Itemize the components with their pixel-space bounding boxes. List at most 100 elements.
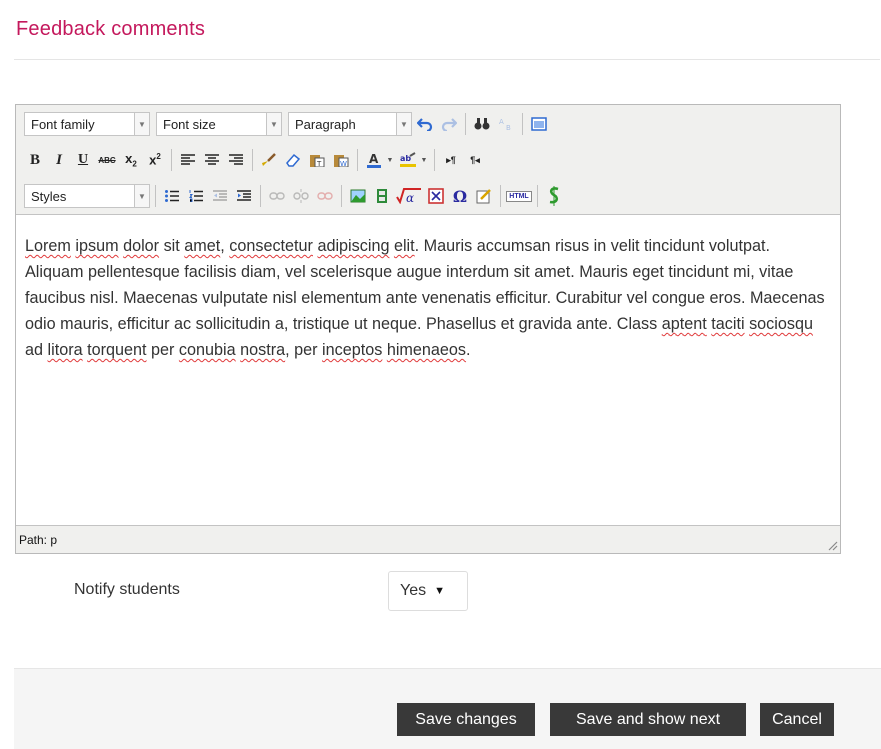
- align-center-button[interactable]: [201, 149, 223, 171]
- brush-icon: [262, 153, 276, 166]
- subscript-icon: x2: [125, 151, 137, 169]
- numbered-list-icon: [189, 190, 203, 202]
- paste-word-icon: W: [334, 155, 349, 167]
- fullscreen-icon: [531, 117, 547, 131]
- save-and-show-next-button[interactable]: Save and show next: [550, 703, 746, 736]
- text-run: , per: [285, 341, 323, 359]
- numbered-list-button[interactable]: [185, 185, 207, 207]
- special-char-button[interactable]: Ω: [449, 185, 471, 207]
- toolbar-separator: [260, 185, 261, 207]
- undo-button[interactable]: [414, 113, 436, 135]
- outdent-button[interactable]: [209, 185, 231, 207]
- html-icon: HTML: [506, 190, 532, 202]
- misspelled-word: sociosqu: [749, 315, 813, 333]
- align-left-button[interactable]: [177, 149, 199, 171]
- save-changes-button[interactable]: Save changes: [397, 703, 535, 736]
- ltr-button[interactable]: ▸¶: [440, 149, 462, 171]
- divider: [14, 59, 880, 60]
- equation-editor-button[interactable]: [425, 185, 447, 207]
- font-family-select[interactable]: Font family ▼: [24, 112, 150, 136]
- highlight-color-button[interactable]: ab: [397, 149, 419, 171]
- text-run: .: [466, 341, 471, 359]
- html-source-button[interactable]: HTML: [506, 185, 532, 207]
- notify-students-select[interactable]: Yes ▼: [388, 571, 468, 611]
- rtl-button[interactable]: ¶◂: [464, 149, 486, 171]
- anchor-button[interactable]: [314, 185, 336, 207]
- text-color-button[interactable]: A: [363, 149, 385, 171]
- paste-text-icon: T: [310, 155, 325, 167]
- bullet-list-button[interactable]: [161, 185, 183, 207]
- italic-button[interactable]: I: [48, 149, 70, 171]
- misspelled-word: conubia: [178, 341, 236, 359]
- align-right-button[interactable]: [225, 149, 247, 171]
- highlight-color-control: ab ▼: [397, 149, 429, 171]
- undo-icon: [417, 118, 433, 131]
- chevron-down-icon: ▼: [396, 113, 411, 135]
- misspelled-word: taciti: [711, 315, 745, 333]
- spellcheck-button[interactable]: [543, 185, 565, 207]
- edit-icon: [476, 189, 491, 204]
- misspelled-word: elit: [393, 237, 415, 255]
- superscript-button[interactable]: x2: [144, 149, 166, 171]
- cancel-button[interactable]: Cancel: [760, 703, 834, 736]
- unlink-button[interactable]: [290, 185, 312, 207]
- strikethrough-button[interactable]: ABC: [96, 149, 118, 171]
- toolbar-separator: [434, 149, 435, 171]
- section-title: Feedback comments: [16, 18, 206, 40]
- insert-link-button[interactable]: [266, 185, 288, 207]
- svg-text:W: W: [340, 160, 347, 167]
- subscript-button[interactable]: x2: [120, 149, 142, 171]
- spellcheck-icon: [549, 186, 559, 206]
- anchor-icon: [317, 192, 333, 200]
- toolbar-separator: [341, 185, 342, 207]
- toolbar-separator: [357, 149, 358, 171]
- misspelled-word: torquent: [87, 341, 147, 359]
- rtl-icon: ¶◂: [470, 154, 480, 165]
- edit-button[interactable]: [473, 185, 495, 207]
- eraser-button[interactable]: [282, 149, 304, 171]
- misspelled-word: inceptos: [322, 341, 383, 359]
- unlink-icon: [293, 189, 309, 203]
- find-button[interactable]: [471, 113, 493, 135]
- chevron-down-icon[interactable]: ▼: [385, 149, 395, 171]
- underline-button[interactable]: U: [72, 149, 94, 171]
- chevron-down-icon[interactable]: ▼: [419, 149, 429, 171]
- misspelled-word: dolor: [123, 237, 160, 255]
- font-size-select[interactable]: Font size ▼: [156, 112, 282, 136]
- caret-down-icon: ▼: [434, 585, 445, 597]
- format-select[interactable]: Paragraph ▼: [288, 112, 412, 136]
- highlight-color-icon: ab: [400, 152, 416, 167]
- insert-media-button[interactable]: [371, 185, 393, 207]
- paste-word-button[interactable]: W: [330, 149, 352, 171]
- misspelled-word: ipsum: [75, 237, 119, 255]
- bold-button[interactable]: B: [24, 149, 46, 171]
- equation-button[interactable]: α: [395, 185, 423, 207]
- styles-select[interactable]: Styles ▼: [24, 184, 150, 208]
- editor-content[interactable]: Lorem ipsum dolor sit amet, consectetur …: [25, 233, 831, 363]
- fullscreen-button[interactable]: [528, 113, 550, 135]
- resize-grip-icon[interactable]: [826, 539, 838, 551]
- notify-students-value: Yes: [400, 582, 427, 599]
- text-color-control: A ▼: [363, 149, 395, 171]
- misspelled-word: nostra: [240, 341, 286, 359]
- clean-formatting-button[interactable]: [258, 149, 280, 171]
- indent-button[interactable]: [233, 185, 255, 207]
- toolbar-separator: [155, 185, 156, 207]
- text-run: sit: [159, 237, 185, 255]
- equation-icon: α: [396, 188, 421, 204]
- svg-text:A: A: [369, 152, 379, 166]
- misspelled-word: consectetur: [229, 237, 313, 255]
- redo-button[interactable]: [438, 113, 460, 135]
- text-run: per: [146, 341, 179, 359]
- omega-icon: Ω: [452, 186, 468, 206]
- align-left-icon: [181, 154, 195, 165]
- replace-button[interactable]: AB: [495, 113, 517, 135]
- insert-image-button[interactable]: [347, 185, 369, 207]
- toolbar-row-2: B I U ABC x2 x2 T W A ▼ ab ▼ ▸¶ ¶◂: [24, 147, 486, 173]
- replace-icon: AB: [499, 118, 511, 131]
- link-icon: [269, 192, 285, 200]
- toolbar-row-1: Font family ▼ Font size ▼ Paragraph ▼ A …: [24, 111, 550, 137]
- outdent-icon: [213, 190, 227, 201]
- editor-paragraph: Lorem ipsum dolor sit amet, consectetur …: [25, 233, 831, 363]
- paste-text-button[interactable]: T: [306, 149, 328, 171]
